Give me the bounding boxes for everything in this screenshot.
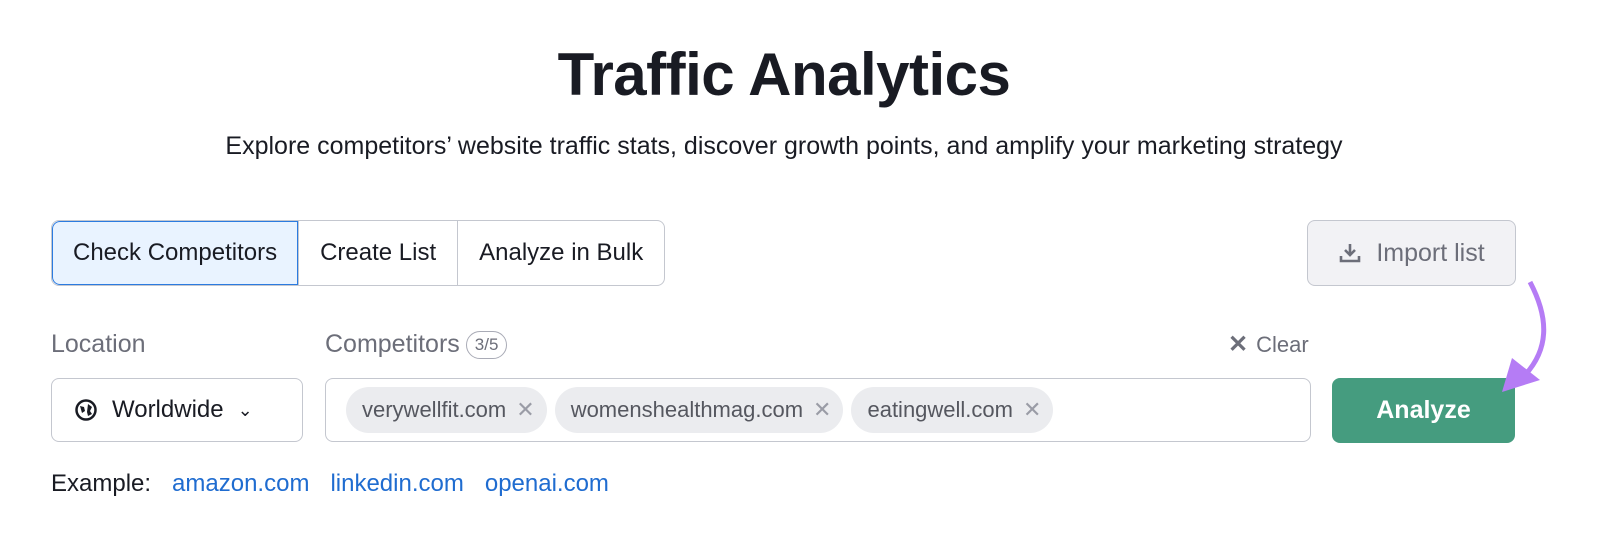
chevron-down-icon: ⌄ [237, 399, 253, 420]
competitors-label: Competitors 3/5 [325, 330, 508, 360]
competitor-chip: eatingwell.com ✕ [851, 387, 1054, 433]
competitors-label-text: Competitors [325, 330, 460, 358]
tab-create-list[interactable]: Create List [298, 221, 457, 285]
example-label: Example: [51, 470, 152, 497]
tab-check-competitors[interactable]: Check Competitors [52, 221, 299, 285]
analyze-button[interactable]: Analyze [1332, 378, 1515, 443]
annotation-arrow-icon [1502, 280, 1547, 392]
example-link-linkedin[interactable]: linkedin.com [330, 470, 463, 498]
remove-chip-icon[interactable]: ✕ [1023, 397, 1041, 423]
competitors-input[interactable]: verywellfit.com ✕ womenshealthmag.com ✕ ea… [325, 378, 1311, 442]
competitor-chip: womenshealthmag.com ✕ [554, 387, 844, 433]
chip-label: womenshealthmag.com [570, 397, 804, 422]
competitor-chip: verywellfit.com ✕ [346, 387, 547, 433]
globe-icon [75, 399, 97, 421]
example-link-openai[interactable]: openai.com [485, 470, 609, 498]
chip-label: eatingwell.com [867, 397, 1013, 422]
close-icon: ✕ [1228, 331, 1249, 358]
remove-chip-icon[interactable]: ✕ [516, 397, 534, 423]
clear-button[interactable]: ✕ Clear [1228, 330, 1309, 359]
location-label: Location [51, 330, 146, 358]
location-value: Worldwide [112, 396, 224, 423]
competitors-count-badge: 3/5 [465, 331, 508, 360]
location-select[interactable]: Worldwide ⌄ [51, 378, 303, 442]
mode-tabs: Check Competitors Create List Analyze in… [51, 220, 666, 286]
remove-chip-icon[interactable]: ✕ [813, 397, 831, 423]
example-link-amazon[interactable]: amazon.com [172, 470, 309, 498]
import-list-label: Import list [1376, 238, 1485, 267]
chip-label: verywellfit.com [362, 397, 507, 422]
clear-label: Clear [1256, 331, 1309, 357]
page-subtitle: Explore competitors’ website traffic sta… [225, 132, 1343, 160]
tab-analyze-in-bulk[interactable]: Analyze in Bulk [457, 221, 664, 285]
import-list-button[interactable]: Import list [1307, 220, 1516, 286]
download-icon [1340, 244, 1361, 263]
page-title: Traffic Analytics [557, 41, 1011, 108]
examples: Example: amazon.com linkedin.com openai.… [51, 470, 609, 498]
